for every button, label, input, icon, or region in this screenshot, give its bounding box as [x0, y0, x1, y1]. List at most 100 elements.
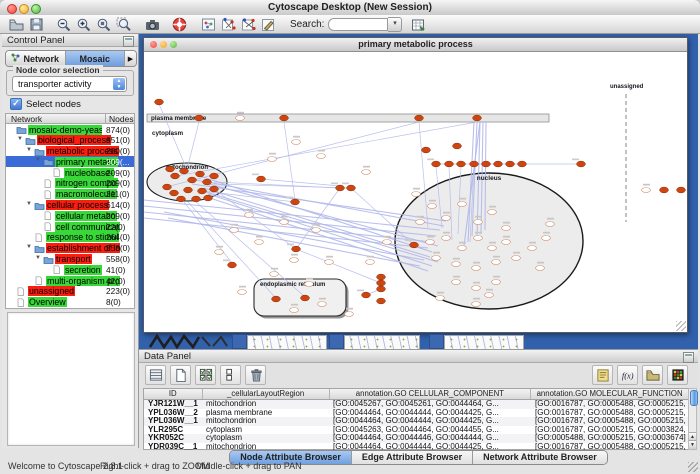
- node[interactable]: [426, 240, 435, 245]
- node[interactable]: [210, 173, 219, 179]
- node[interactable]: [325, 260, 334, 265]
- node[interactable]: [445, 161, 454, 167]
- expand-arrow-icon[interactable]: ▼: [35, 255, 41, 261]
- node[interactable]: [170, 190, 179, 196]
- zoom-fit-icon[interactable]: [95, 16, 112, 33]
- node[interactable]: [203, 179, 212, 185]
- node[interactable]: [318, 302, 327, 307]
- tree-row-primary-metabo[interactable]: ▼primary metabo209(...: [6, 156, 134, 167]
- node[interactable]: [432, 256, 441, 261]
- expand-arrow-icon[interactable]: ▼: [26, 244, 32, 250]
- node[interactable]: [305, 282, 314, 287]
- node[interactable]: [362, 292, 371, 298]
- node[interactable]: [474, 236, 483, 241]
- tree-row-macromolecule[interactable]: macromolecule311(0): [6, 189, 134, 200]
- node[interactable]: [482, 161, 491, 167]
- float-panel-icon[interactable]: [123, 36, 134, 47]
- node[interactable]: [236, 116, 245, 121]
- node[interactable]: [642, 188, 651, 193]
- node[interactable]: [660, 187, 669, 193]
- select-nodes-checkbox[interactable]: ✓: [10, 98, 22, 110]
- node[interactable]: [472, 266, 481, 271]
- node[interactable]: [290, 308, 299, 313]
- node[interactable]: [472, 302, 481, 307]
- column-header-3[interactable]: annotation.GO MOLECULAR_FUNCTION: [531, 389, 689, 399]
- window-resize-grip[interactable]: [676, 321, 686, 331]
- node[interactable]: [410, 242, 419, 248]
- node[interactable]: [473, 115, 482, 121]
- node[interactable]: [336, 185, 345, 191]
- column-header-2[interactable]: annotation.GO CELLULAR_COMPONENT: [330, 389, 532, 399]
- node[interactable]: [492, 260, 501, 265]
- expand-arrow-icon[interactable]: ▼: [26, 147, 32, 153]
- column-header-1[interactable]: _cellularLayoutRegion: [203, 389, 330, 399]
- node[interactable]: [195, 115, 204, 121]
- node[interactable]: [238, 290, 247, 295]
- node[interactable]: [512, 256, 521, 261]
- node[interactable]: [528, 246, 537, 251]
- search-input[interactable]: [328, 18, 388, 31]
- node[interactable]: [536, 266, 545, 271]
- node[interactable]: [292, 140, 301, 145]
- table-row[interactable]: YLR295Ccytoplasm[GO:0045263, GO:0044464,…: [144, 426, 689, 435]
- node[interactable]: [301, 295, 310, 301]
- tree-row-nitrogen-compo[interactable]: nitrogen compo209(0): [6, 178, 134, 189]
- scrollbar-thumb[interactable]: [690, 390, 698, 406]
- node[interactable]: [518, 161, 527, 167]
- expand-arrow-icon[interactable]: ▼: [17, 136, 23, 142]
- table-scrollbar[interactable]: ▲ ▼: [688, 388, 697, 450]
- background-window-handle[interactable]: [429, 334, 444, 349]
- node[interactable]: [422, 147, 431, 153]
- background-network-thumbnail[interactable]: [344, 335, 420, 350]
- node[interactable]: [291, 199, 300, 205]
- node[interactable]: [177, 196, 186, 202]
- node[interactable]: [470, 161, 479, 167]
- node[interactable]: [198, 188, 207, 194]
- node[interactable]: [180, 168, 189, 174]
- node[interactable]: [506, 161, 515, 167]
- background-window-handle[interactable]: [232, 334, 247, 349]
- search-dropdown-icon[interactable]: ▾: [388, 17, 402, 32]
- birds-eye-view[interactable]: [7, 312, 135, 446]
- tab-network[interactable]: Network: [6, 51, 66, 66]
- table-row[interactable]: YPL036W__1mitochondrion[GO:0044464, GO:0…: [144, 417, 689, 426]
- node[interactable]: [453, 143, 462, 149]
- node[interactable]: [542, 236, 551, 241]
- node[interactable]: [215, 250, 224, 255]
- tree-row-unassigned[interactable]: unassigned223(0): [6, 286, 134, 297]
- node[interactable]: [345, 312, 354, 317]
- node[interactable]: [458, 202, 467, 207]
- node[interactable]: [546, 222, 555, 227]
- node[interactable]: [383, 240, 392, 245]
- node[interactable]: [166, 166, 175, 172]
- tab-overflow-icon[interactable]: ▶: [125, 51, 136, 66]
- trash-icon[interactable]: [245, 365, 266, 385]
- node[interactable]: [230, 228, 239, 233]
- open-session-icon[interactable]: [8, 16, 25, 33]
- background-window-handle[interactable]: [329, 334, 344, 349]
- node[interactable]: [255, 240, 264, 245]
- tree-row-transport[interactable]: ▼transport558(0): [6, 254, 134, 265]
- node[interactable]: [366, 260, 375, 265]
- node[interactable]: [196, 171, 205, 177]
- fx-icon[interactable]: f(x): [617, 365, 638, 385]
- node[interactable]: [494, 161, 503, 167]
- network-overview-icon[interactable]: [200, 16, 217, 33]
- node[interactable]: [377, 274, 386, 280]
- zoom-in-icon[interactable]: [75, 16, 92, 33]
- node[interactable]: [204, 195, 213, 201]
- expand-arrow-icon[interactable]: ▼: [26, 201, 32, 207]
- unselect-all-icon[interactable]: [220, 365, 241, 385]
- node[interactable]: [502, 240, 511, 245]
- node[interactable]: [492, 280, 501, 285]
- table-row[interactable]: YJR121W__1mitochondrion[GO:0045267, GO:0…: [144, 400, 689, 409]
- table-row[interactable]: YPL036W__2plasma membrane[GO:0044464, GO…: [144, 409, 689, 418]
- node[interactable]: [184, 187, 193, 193]
- node[interactable]: [474, 220, 483, 225]
- node[interactable]: [436, 296, 445, 301]
- select-attributes-icon[interactable]: [145, 365, 166, 385]
- node[interactable]: [488, 210, 497, 215]
- node[interactable]: [272, 296, 281, 302]
- tree-row-cell-communicat[interactable]: cell communicat22(0): [6, 221, 134, 232]
- node[interactable]: [317, 154, 326, 159]
